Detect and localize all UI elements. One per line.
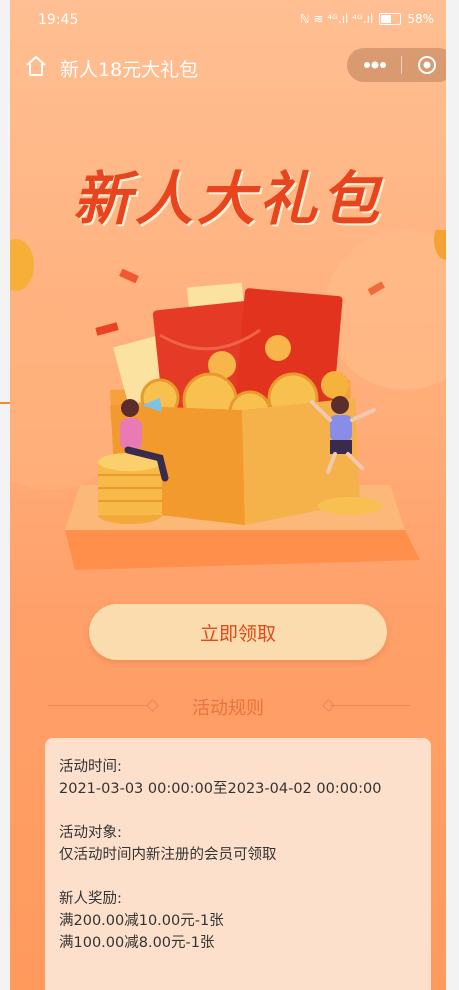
reward-item: 满100.00减8.00元-1张: [59, 935, 215, 951]
reward-item: 满200.00减10.00元-1张: [59, 913, 224, 929]
status-time: 19:45: [38, 12, 79, 28]
signal-icons: ℕ ≋ ⁴ᴳ.ıl ⁴ᴳ.ıl: [299, 12, 374, 26]
close-mini-program-icon[interactable]: [417, 55, 437, 75]
status-bar: 19:45 ℕ ≋ ⁴ᴳ.ıl ⁴ᴳ.ıl 58%: [10, 0, 446, 40]
rules-heading: 活动规则: [10, 690, 446, 720]
rule-label: 新人奖励:: [59, 891, 122, 907]
mini-program-capsule: [347, 48, 446, 82]
home-icon[interactable]: [24, 54, 48, 78]
rules-card: 活动时间: 2021-03-03 00:00:00至2023-04-02 00:…: [45, 738, 431, 990]
divider-line: [330, 705, 410, 706]
rules-title: 活动规则: [192, 698, 264, 719]
battery-level: 58%: [407, 12, 434, 26]
page-title: 新人18元大礼包: [60, 59, 199, 81]
status-indicators: ℕ ≋ ⁴ᴳ.ıl ⁴ᴳ.ıl 58%: [300, 12, 434, 26]
capsule-divider: [401, 56, 402, 74]
rule-reward: 新人奖励: 满200.00减10.00元-1张 满100.00减8.00元-1张: [59, 888, 224, 954]
phone-screen: 19:45 ℕ ≋ ⁴ᴳ.ıl ⁴ᴳ.ıl 58% 新人18元大礼包 新人大礼包: [10, 0, 446, 990]
rule-value: 仅活动时间内新注册的会员可领取: [59, 847, 277, 863]
rule-label: 活动时间:: [59, 759, 122, 775]
nav-bar: 新人18元大礼包: [10, 42, 446, 90]
rule-value: 2021-03-03 00:00:00至2023-04-02 00:00:00: [59, 781, 382, 797]
gift-box-illustration: [10, 230, 446, 570]
rule-activity-time: 活动时间: 2021-03-03 00:00:00至2023-04-02 00:…: [59, 756, 382, 800]
more-icon[interactable]: [361, 60, 389, 70]
rule-target: 活动对象: 仅活动时间内新注册的会员可领取: [59, 822, 277, 866]
battery-icon: [379, 13, 402, 25]
hero-title: 新人大礼包: [72, 165, 383, 233]
claim-now-button[interactable]: 立即领取: [89, 604, 387, 660]
rule-label: 活动对象:: [59, 825, 122, 841]
